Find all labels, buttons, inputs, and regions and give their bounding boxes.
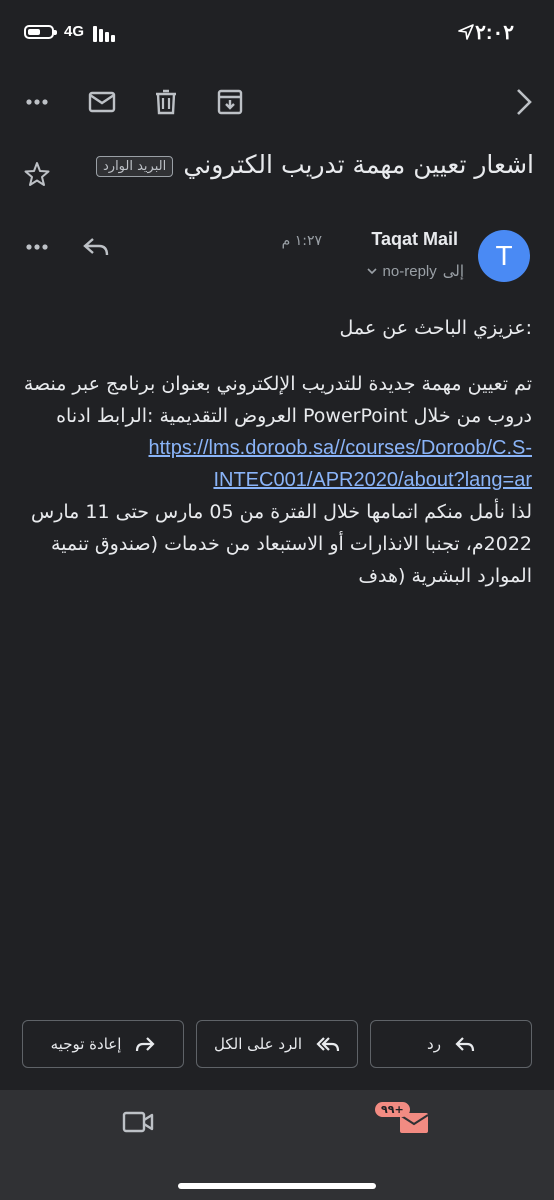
reply-all-icon xyxy=(316,1037,340,1052)
reply-all-button[interactable]: الرد على الكل xyxy=(196,1020,358,1068)
forward-button[interactable]: إعادة توجيه xyxy=(22,1020,184,1068)
body-paragraph-1: تم تعيين مهمة جديدة للتدريب الإلكتروني ب… xyxy=(23,373,532,427)
email-subject: اشعار تعيين مهمة تدريب الكتروني xyxy=(183,150,534,179)
body-greeting: :عزيزي الباحث عن عمل xyxy=(339,317,533,339)
recipient-row[interactable]: إلى no-reply xyxy=(366,262,464,280)
mail-unread-badge: +٩٩ xyxy=(375,1102,410,1117)
mark-unread-icon[interactable] xyxy=(82,82,122,122)
more-options-icon[interactable] xyxy=(17,82,57,122)
archive-icon[interactable] xyxy=(210,82,250,122)
email-time: ١:٢٧ م xyxy=(281,233,322,249)
recipient-name: no-reply xyxy=(382,262,437,280)
star-icon[interactable] xyxy=(24,161,50,187)
signal-icon xyxy=(93,24,121,42)
home-indicator[interactable] xyxy=(178,1183,376,1189)
next-email-chevron-icon[interactable] xyxy=(504,82,544,122)
reply-icon[interactable] xyxy=(76,227,116,267)
reply-button-icon xyxy=(455,1037,475,1052)
sender-name[interactable]: Taqat Mail xyxy=(371,229,458,250)
battery-icon xyxy=(24,25,57,39)
chevron-down-icon[interactable] xyxy=(366,267,377,275)
forward-icon xyxy=(136,1037,155,1052)
reply-label: رد xyxy=(427,1035,441,1053)
body-paragraph-2: لذا نأمل منكم اتمامها خلال الفترة من 05 … xyxy=(31,501,532,587)
delete-icon[interactable] xyxy=(146,82,186,122)
email-body: :عزيزي الباحث عن عمل تم تعيين مهمة جديدة… xyxy=(22,312,532,592)
reply-all-label: الرد على الكل xyxy=(213,1035,303,1053)
course-link[interactable]: https://lms.doroob.sa//courses/Doroob/C.… xyxy=(22,432,533,496)
message-more-icon[interactable] xyxy=(17,227,57,267)
sender-avatar[interactable]: T xyxy=(478,230,530,282)
forward-label: إعادة توجيه xyxy=(50,1035,122,1053)
inbox-label-badge[interactable]: البريد الوارد xyxy=(96,156,174,177)
status-time: ٢:٠٢ xyxy=(475,22,514,44)
reply-button[interactable]: رد xyxy=(370,1020,532,1068)
location-arrow-icon xyxy=(458,24,474,40)
status-bar: 4G ٢:٠٢ xyxy=(0,0,554,64)
network-label: 4G xyxy=(64,23,85,40)
recipient-prefix: إلى xyxy=(442,262,464,280)
meet-video-icon[interactable] xyxy=(122,1110,154,1134)
